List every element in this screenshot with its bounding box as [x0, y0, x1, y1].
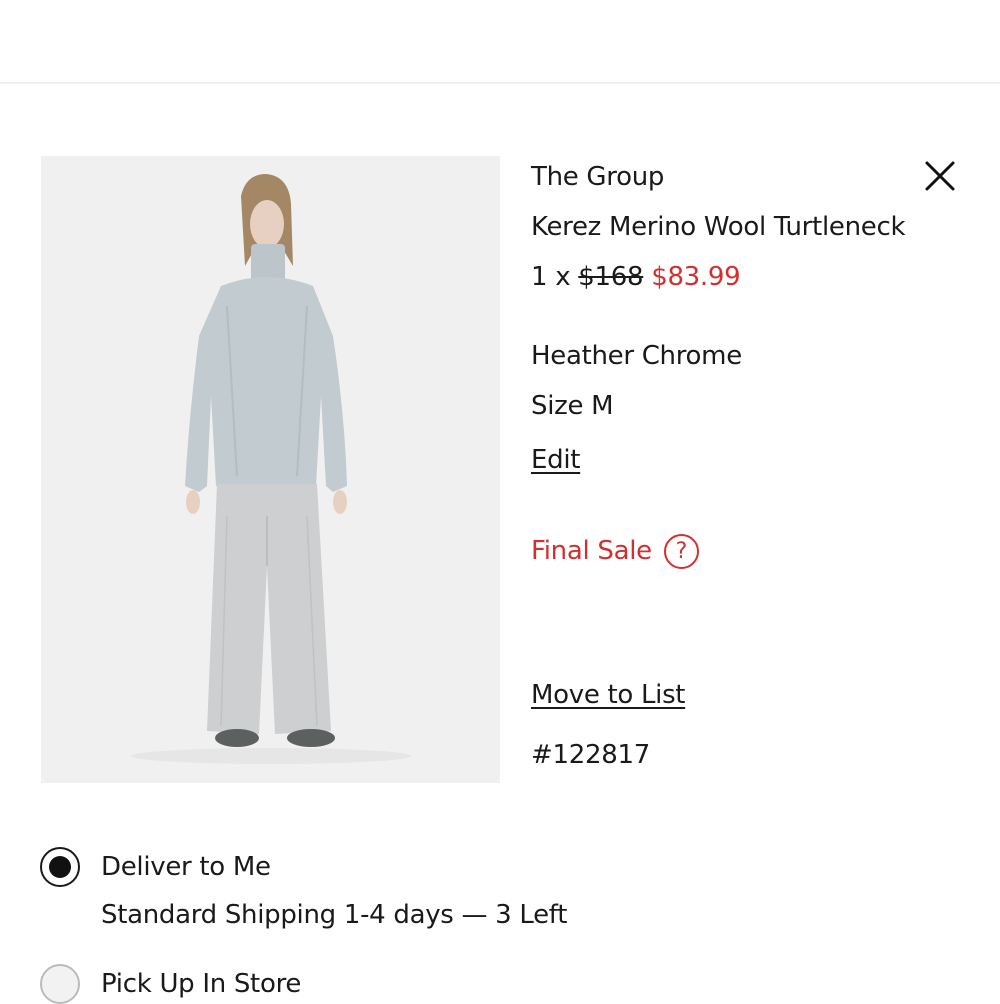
move-to-list-link[interactable]: Move to List: [531, 682, 686, 708]
deliver-to-me-label: Deliver to Me: [101, 852, 271, 882]
radio-dot: [49, 856, 71, 878]
deliver-to-me-option[interactable]: Deliver to Me: [40, 847, 271, 887]
close-icon: [925, 161, 955, 191]
radio-selected-icon[interactable]: [40, 847, 80, 887]
final-sale-label: Final Sale: [531, 535, 652, 566]
top-bar: [0, 0, 1000, 84]
product-color: Heather Chrome: [531, 341, 742, 371]
close-button[interactable]: [922, 158, 958, 194]
pick-up-in-store-option[interactable]: Pick Up In Store: [40, 964, 301, 1004]
final-sale: Final Sale ?: [531, 532, 699, 569]
edit-link[interactable]: Edit: [531, 447, 580, 473]
sale-price: $83.99: [651, 262, 741, 292]
product-size: Size M: [531, 391, 614, 421]
radio-unselected-icon[interactable]: [40, 964, 80, 1004]
product-sku: #122817: [531, 740, 650, 770]
product-photo: [41, 156, 500, 783]
product-brand[interactable]: The Group: [531, 164, 664, 190]
product-image[interactable]: [41, 156, 500, 783]
help-circle-icon[interactable]: ?: [663, 534, 699, 569]
pick-up-in-store-label: Pick Up In Store: [101, 969, 302, 999]
product-name[interactable]: Kerez Merino Wool Turtleneck: [531, 214, 906, 240]
shipping-info: Standard Shipping 1-4 days — 3 Left: [101, 900, 568, 930]
quantity: 1 x: [531, 262, 571, 292]
price-line: 1 x $168 $83.99: [531, 262, 741, 292]
original-price: $168: [578, 262, 644, 292]
